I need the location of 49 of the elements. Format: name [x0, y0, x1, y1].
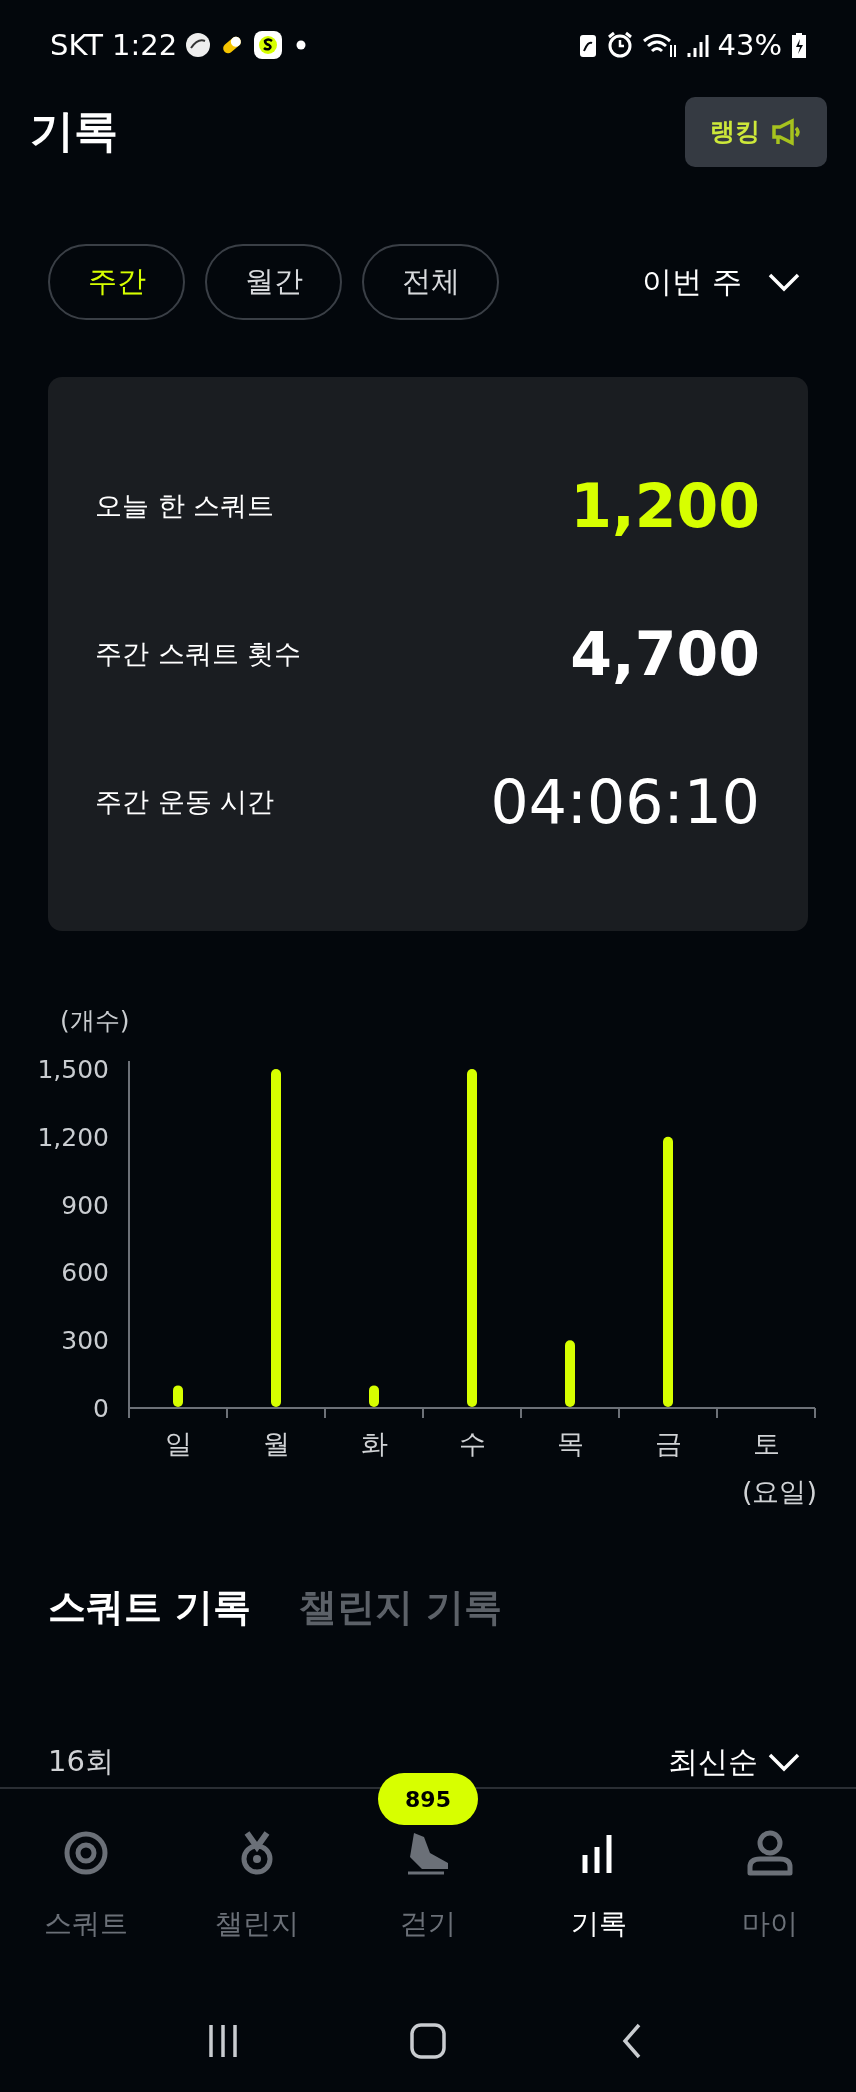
- nav-tab[interactable]: 챌린지: [171, 1829, 343, 1991]
- stat-value: 4,700: [570, 619, 760, 690]
- bar: [565, 1340, 575, 1408]
- alarm-icon: [605, 30, 634, 59]
- record-count: 16회: [48, 1743, 114, 1781]
- sort-select[interactable]: 최신순: [668, 1741, 800, 1783]
- category-label: 목: [556, 1428, 584, 1460]
- battery-level: 43%: [717, 27, 782, 62]
- nav-tab[interactable]: 걷기: [342, 1829, 514, 1991]
- home-icon[interactable]: [408, 2021, 448, 2062]
- app-icon: [185, 31, 212, 58]
- bar: [369, 1385, 379, 1408]
- nav-tab[interactable]: 기록: [513, 1829, 685, 1991]
- ranking-button[interactable]: 랭킹: [685, 97, 827, 167]
- stat-value: 04:06:10: [490, 767, 760, 838]
- category-label: 금: [654, 1428, 682, 1460]
- period-tab[interactable]: 월간: [205, 244, 342, 321]
- bar: [173, 1385, 183, 1408]
- period-tab[interactable]: 전체: [362, 244, 499, 321]
- tick-label: 600: [61, 1258, 109, 1288]
- week-select[interactable]: 이번 주: [642, 261, 800, 303]
- app-icon: [253, 29, 284, 60]
- nav-tab[interactable]: 스쿼트: [0, 1829, 172, 1991]
- category-label: 월: [262, 1428, 290, 1460]
- tick-label: 900: [61, 1191, 109, 1220]
- tick-label: 300: [61, 1326, 109, 1356]
- record-tab[interactable]: 스쿼트 기록: [48, 1581, 252, 1633]
- chevron-down-icon: [768, 272, 800, 293]
- category-label: 화: [360, 1428, 388, 1460]
- tick-label: 0: [93, 1394, 109, 1424]
- nav-tab[interactable]: 마이: [684, 1829, 856, 1991]
- axis-title: (요일): [741, 1476, 817, 1508]
- stat-label: 주간 운동 시간: [95, 785, 275, 820]
- category-label: 일: [164, 1428, 192, 1460]
- megaphone-icon: [770, 118, 802, 146]
- axis-title: (개수): [60, 1006, 130, 1036]
- category-label: 토: [752, 1428, 780, 1460]
- person-icon: [746, 1829, 795, 1877]
- period-tab[interactable]: 주간: [48, 244, 185, 321]
- stat-label: 주간 스쿼트 횟수: [95, 637, 302, 672]
- tick-label: 1,500: [37, 1055, 109, 1085]
- tick-label: 1,200: [37, 1123, 109, 1153]
- status-time: SKT 1:22: [50, 27, 178, 62]
- category-label: 수: [458, 1428, 486, 1460]
- stat-value: 1,200: [570, 471, 760, 542]
- step-count-badge: 895: [378, 1773, 478, 1825]
- page-title: 기록: [30, 104, 118, 159]
- stat-label: 오늘 한 스쿼트: [95, 489, 275, 524]
- chevron-down-icon: [768, 1752, 800, 1773]
